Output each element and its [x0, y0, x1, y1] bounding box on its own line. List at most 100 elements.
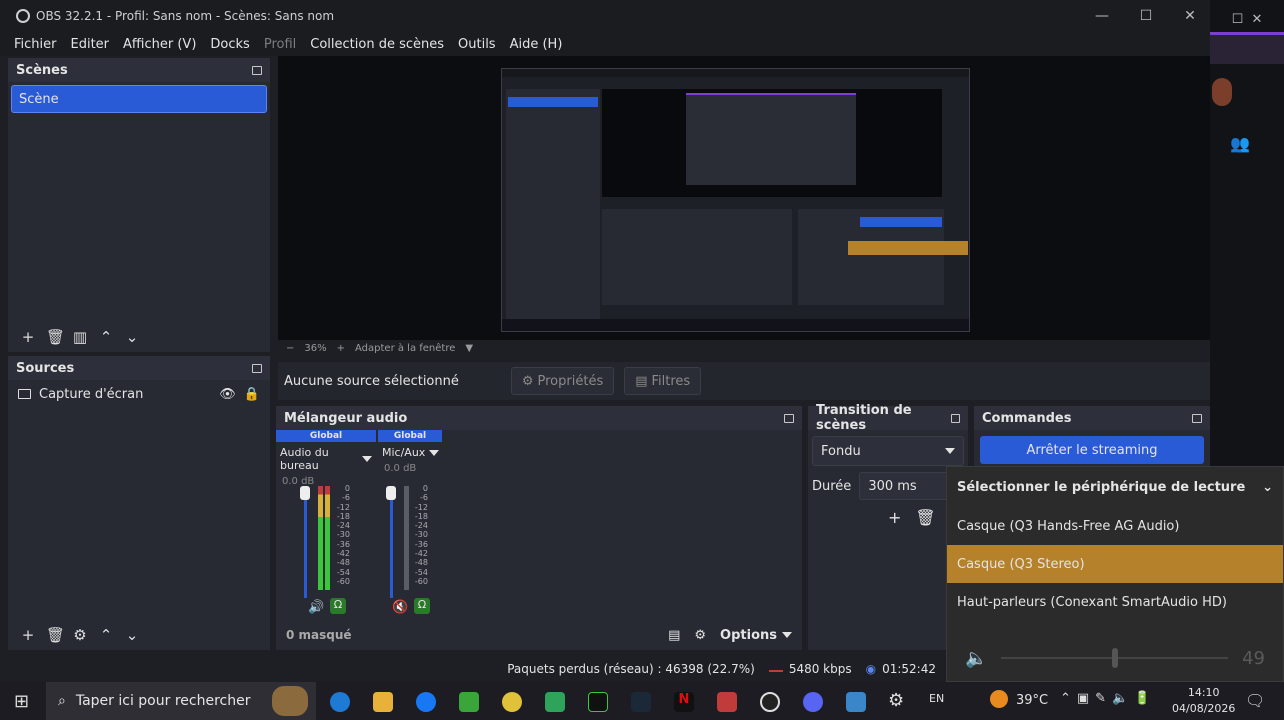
- undock-icon[interactable]: [950, 413, 960, 423]
- chevron-down-icon[interactable]: ⌄: [1262, 480, 1273, 495]
- layout-icon[interactable]: ▤: [668, 628, 680, 643]
- search-placeholder: Taper ici pour rechercher: [75, 693, 251, 709]
- trash-icon[interactable]: 🗑: [915, 508, 935, 527]
- volume-slider-handle[interactable]: [300, 486, 310, 500]
- advanced-audio-icon[interactable]: ⚙: [694, 628, 706, 643]
- menu-afficher[interactable]: Afficher (V): [123, 37, 196, 52]
- filters-button[interactable]: ▤ Filtres: [624, 367, 702, 395]
- undock-icon[interactable]: [1192, 413, 1202, 423]
- minimize-button[interactable]: —: [1080, 0, 1124, 32]
- menu-aide[interactable]: Aide (H): [510, 37, 563, 52]
- context-bar: Aucune source sélectionné ⚙ Propriétés ▤…: [278, 362, 1210, 400]
- program-preview[interactable]: [278, 56, 1210, 340]
- clock-time: 14:10: [1187, 686, 1220, 699]
- zoom-out-icon[interactable]: −: [286, 343, 294, 354]
- filter-icon[interactable]: ▥: [72, 328, 88, 346]
- edge-icon[interactable]: [330, 692, 350, 712]
- sources-toolbar: + 🗑 ⚙ ⌃ ⌄: [8, 620, 270, 650]
- trash-icon[interactable]: 🗑: [46, 626, 65, 644]
- weather-icon[interactable]: [990, 690, 1008, 708]
- filter-icon: ▤: [635, 373, 648, 389]
- gear-icon: ⚙: [521, 373, 534, 389]
- menu-collection[interactable]: Collection de scènes: [310, 37, 444, 52]
- undock-icon[interactable]: [784, 413, 794, 423]
- menu-outils[interactable]: Outils: [458, 37, 496, 52]
- users-icon: 👥: [1230, 134, 1250, 153]
- device-option[interactable]: Casque (Q3 Hands-Free AG Audio): [947, 507, 1283, 545]
- channel-name-label: Audio du bureau: [280, 446, 329, 472]
- volume-slider-handle[interactable]: [386, 486, 396, 500]
- stop-streaming-button[interactable]: Arrêter le streaming: [980, 436, 1204, 464]
- headphones-icon[interactable]: Ω: [330, 598, 346, 614]
- chevron-down-icon: [945, 448, 955, 454]
- eye-icon[interactable]: 👁: [219, 387, 236, 402]
- gear-icon[interactable]: ⚙: [888, 690, 904, 711]
- up-icon[interactable]: ⌃: [98, 328, 114, 346]
- close-button[interactable]: ✕: [1168, 0, 1212, 32]
- app-icon[interactable]: [846, 692, 866, 712]
- drive-icon[interactable]: [545, 692, 565, 712]
- maximize-button[interactable]: ☐: [1124, 0, 1168, 32]
- clock[interactable]: 14:10 04/08/2026: [1172, 685, 1235, 717]
- window-controls: — ☐ ✕: [1080, 0, 1212, 32]
- gear-icon[interactable]: ⚙: [72, 626, 88, 644]
- transition-select[interactable]: Fondu: [812, 436, 964, 466]
- chevron-down-icon: [782, 632, 792, 638]
- device-option[interactable]: Haut-parleurs (Conexant SmartAudio HD): [947, 583, 1283, 621]
- windows-start-icon[interactable]: ⊞: [14, 691, 29, 712]
- menu-editer[interactable]: Editer: [71, 37, 110, 52]
- monitor-icon: [18, 389, 31, 399]
- device-option-selected[interactable]: Casque (Q3 Stereo): [947, 545, 1283, 583]
- language-indicator[interactable]: EN: [929, 692, 944, 705]
- fit-window-label[interactable]: Adapter à la fenêtre: [355, 343, 455, 354]
- add-icon[interactable]: +: [888, 508, 901, 527]
- speaker-icon[interactable]: 🔈: [965, 648, 987, 669]
- down-icon[interactable]: ⌄: [124, 626, 140, 644]
- app-icon[interactable]: [717, 692, 737, 712]
- headphones-icon[interactable]: Ω: [414, 598, 430, 614]
- scene-item[interactable]: Scène: [11, 85, 267, 113]
- volume-slider[interactable]: [304, 490, 307, 598]
- speaker-icon[interactable]: 🔊: [308, 600, 324, 615]
- trash-icon[interactable]: 🗑: [46, 328, 65, 346]
- up-icon[interactable]: ⌃: [98, 626, 114, 644]
- zoom-level: 36%: [304, 342, 327, 354]
- taskbar-search[interactable]: ⌕ Taper ici pour rechercher: [46, 682, 316, 720]
- netflix-icon[interactable]: N: [674, 692, 694, 712]
- app-icon[interactable]: [588, 692, 608, 712]
- volume-thumb[interactable]: [1112, 648, 1119, 668]
- options-label: Options: [720, 627, 777, 643]
- audio-device-popup: Sélectionner le périphérique de lecture …: [946, 466, 1284, 682]
- discord-icon[interactable]: [803, 692, 823, 712]
- zoom-in-icon[interactable]: +: [337, 343, 345, 354]
- chevron-down-icon[interactable]: ▼: [465, 343, 473, 354]
- channel-name[interactable]: Mic/Aux: [378, 442, 442, 463]
- chrome-icon[interactable]: [502, 692, 522, 712]
- source-item[interactable]: Capture d'écran 👁 🔒: [8, 380, 270, 408]
- down-icon[interactable]: ⌄: [124, 328, 140, 346]
- app-icon[interactable]: [459, 692, 479, 712]
- add-icon[interactable]: +: [20, 626, 36, 644]
- tray-icons[interactable]: ⌃▣✎🔈🔋: [1060, 691, 1156, 706]
- volume-track[interactable]: [1001, 648, 1229, 668]
- muted-speaker-icon[interactable]: 🔇: [392, 600, 408, 615]
- channel-strip: Global: [378, 430, 442, 442]
- file-explorer-icon[interactable]: [373, 692, 393, 712]
- facebook-icon[interactable]: [416, 692, 436, 712]
- properties-label: Propriétés: [537, 373, 604, 389]
- options-button[interactable]: Options: [720, 628, 792, 643]
- steam-icon[interactable]: [631, 692, 651, 712]
- sources-header: Sources: [8, 356, 270, 380]
- menu-docks[interactable]: Docks: [210, 37, 249, 52]
- properties-button[interactable]: ⚙ Propriétés: [510, 367, 615, 395]
- lock-icon[interactable]: 🔒: [244, 387, 260, 402]
- add-icon[interactable]: +: [20, 328, 36, 346]
- notifications-icon[interactable]: 🗨: [1245, 691, 1265, 710]
- undock-icon[interactable]: [252, 65, 262, 75]
- obs-taskbar-icon[interactable]: [760, 692, 780, 712]
- menu-profil[interactable]: Profil: [264, 37, 296, 52]
- channel-name[interactable]: Audio du bureau: [276, 442, 376, 476]
- volume-slider[interactable]: [390, 490, 393, 598]
- undock-icon[interactable]: [252, 363, 262, 373]
- menu-fichier[interactable]: Fichier: [14, 37, 57, 52]
